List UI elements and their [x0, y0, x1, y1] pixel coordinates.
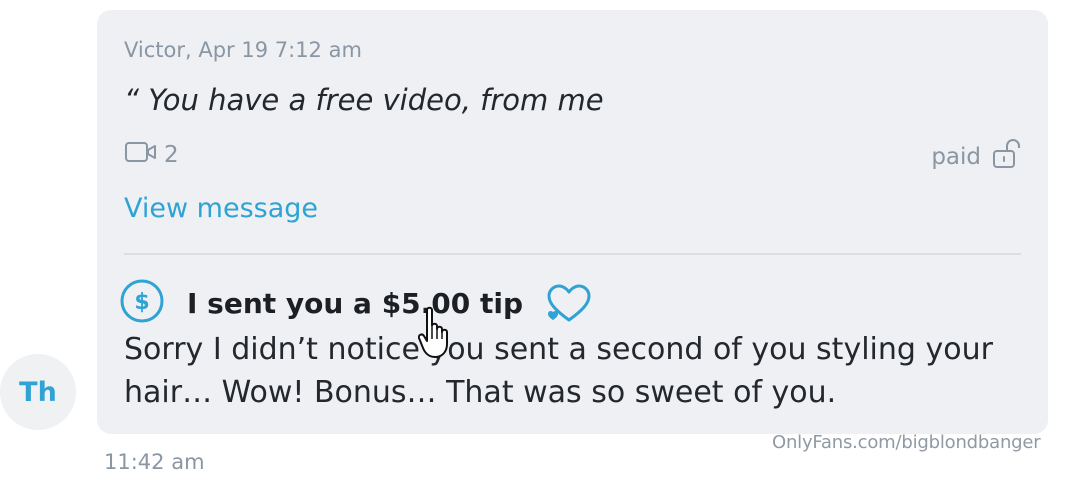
chat-message-stage: Th Victor, Apr 19 7:12 am “ You have a f… [0, 0, 1080, 487]
watermark: OnlyFans.com/bigblondbanger [772, 432, 1041, 453]
view-message-link[interactable]: View message [124, 193, 318, 224]
message-text: Sorry I didn’t notice you sent a second … [124, 332, 993, 410]
message-bubble: Victor, Apr 19 7:12 am “ You have a free… [97, 10, 1048, 434]
paid-label: paid [931, 144, 981, 170]
video-icon [124, 140, 164, 170]
avatar-initials: Th [19, 376, 57, 408]
media-count-value: 2 [164, 142, 179, 168]
hand-cursor-icon [417, 306, 452, 365]
media-count: 2 [124, 140, 179, 170]
unlock-icon [981, 138, 1021, 176]
tip-text: I sent you a $5.00 tip [187, 287, 524, 320]
dollar-circle-icon: $ [119, 278, 165, 329]
avatar[interactable]: Th [0, 354, 76, 430]
tip-row: $ I sent you a $5.00 tip [119, 278, 593, 329]
message-timestamp: 11:42 am [104, 450, 205, 474]
divider [124, 253, 1021, 255]
paid-status: paid [931, 138, 1021, 176]
quoted-message-meta: Victor, Apr 19 7:12 am [124, 38, 362, 62]
svg-text:$: $ [134, 290, 149, 315]
heart-outline-icon[interactable] [545, 284, 593, 324]
quoted-message-text: “ You have a free video, from me [124, 83, 604, 117]
